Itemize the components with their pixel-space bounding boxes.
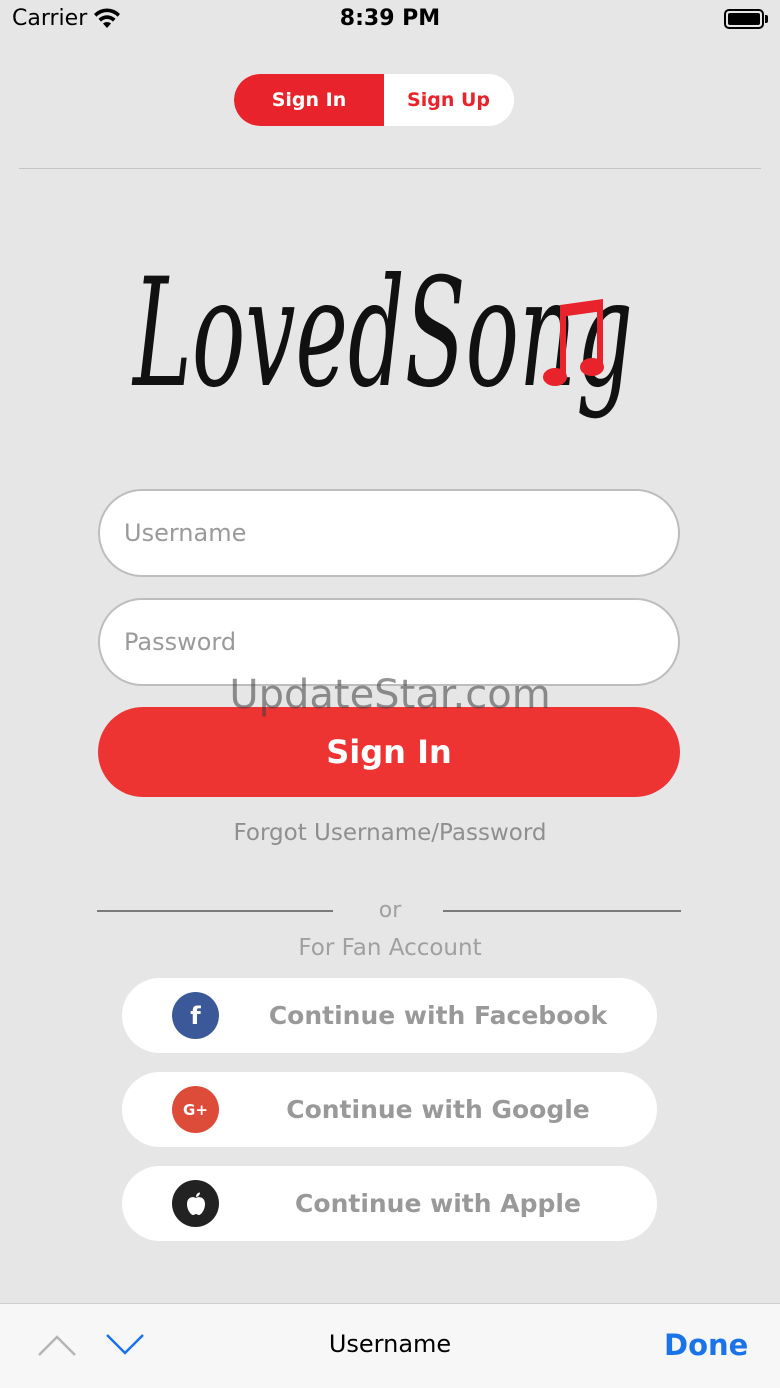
continue-facebook-button[interactable]: f Continue with Facebook [122,978,657,1053]
fan-account-label: For Fan Account [298,935,482,961]
header-divider [19,168,761,169]
continue-google-label: Continue with Google [286,1095,590,1124]
auth-segmented-control: Sign Up Sign In [234,74,514,126]
username-input[interactable] [98,489,680,577]
battery-icon [724,9,764,29]
apple-icon [172,1180,219,1227]
done-button[interactable]: Done [664,1328,748,1362]
lovedsong-logo: LovedSong [131,247,633,421]
continue-facebook-label: Continue with Facebook [268,1001,608,1030]
facebook-icon: f [172,992,219,1039]
tab-sign-in-label: Sign In [271,89,347,111]
google-plus-icon: G+ [172,1086,219,1133]
watermark-text: UpdateStar.com [229,672,551,718]
continue-apple-button[interactable]: Continue with Apple [122,1166,657,1241]
keyboard-accessory-toolbar: Username Done [0,1303,780,1388]
status-time: 8:39 PM [339,6,441,31]
sign-in-button[interactable]: Sign In [98,707,680,797]
battery-tip [765,15,768,23]
or-label: or [378,898,402,923]
active-field-title: Username [328,1330,452,1358]
status-bar: Carrier 8:39 PM [0,0,780,40]
logo-text: LovedSong [131,247,633,421]
continue-google-button[interactable]: G+ Continue with Google [122,1072,657,1147]
tab-sign-in[interactable]: Sign In [234,74,384,126]
continue-apple-label: Continue with Apple [295,1189,581,1218]
forgot-credentials-link[interactable]: Forgot Username/Password [0,820,780,846]
